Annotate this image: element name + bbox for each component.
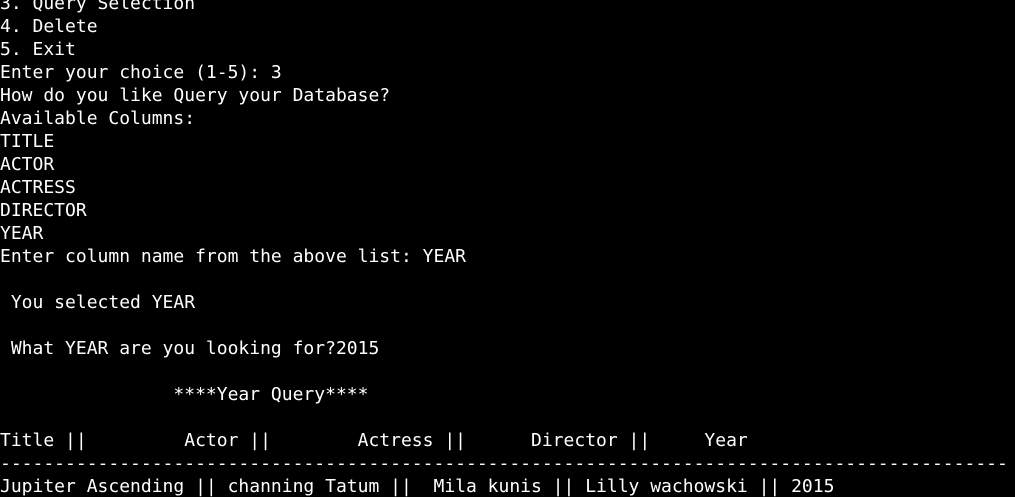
- results-heading: ****Year Query****: [0, 384, 369, 405]
- column-director: DIRECTOR: [0, 200, 87, 221]
- column-actress: ACTRESS: [0, 177, 76, 198]
- results-table-separator: ----------------------------------------…: [0, 453, 1008, 474]
- menu-option-query-selection: 3. Query Selection: [0, 0, 196, 14]
- column-year: YEAR: [0, 223, 44, 244]
- menu-option-delete: 4. Delete: [0, 16, 98, 37]
- column-name-prompt: Enter column name from the above list: Y…: [0, 246, 466, 267]
- menu-option-exit: 5. Exit: [0, 39, 76, 60]
- column-title: TITLE: [0, 131, 55, 152]
- year-prompt: What YEAR are you looking for?2015: [0, 338, 380, 359]
- terminal-window[interactable]: 3. Query Selection 4. Delete 5. Exit Ent…: [0, 0, 1015, 497]
- choice-prompt: Enter your choice (1-5): 3: [0, 62, 282, 83]
- results-table-row: Jupiter Ascending || channing Tatum || M…: [0, 476, 835, 497]
- query-question: How do you like Query your Database?: [0, 85, 391, 106]
- results-table-header: Title || Actor || Actress || Director ||…: [0, 430, 748, 451]
- available-columns-heading: Available Columns:: [0, 108, 196, 129]
- selection-confirmation: You selected YEAR: [0, 292, 196, 313]
- column-actor: ACTOR: [0, 154, 55, 175]
